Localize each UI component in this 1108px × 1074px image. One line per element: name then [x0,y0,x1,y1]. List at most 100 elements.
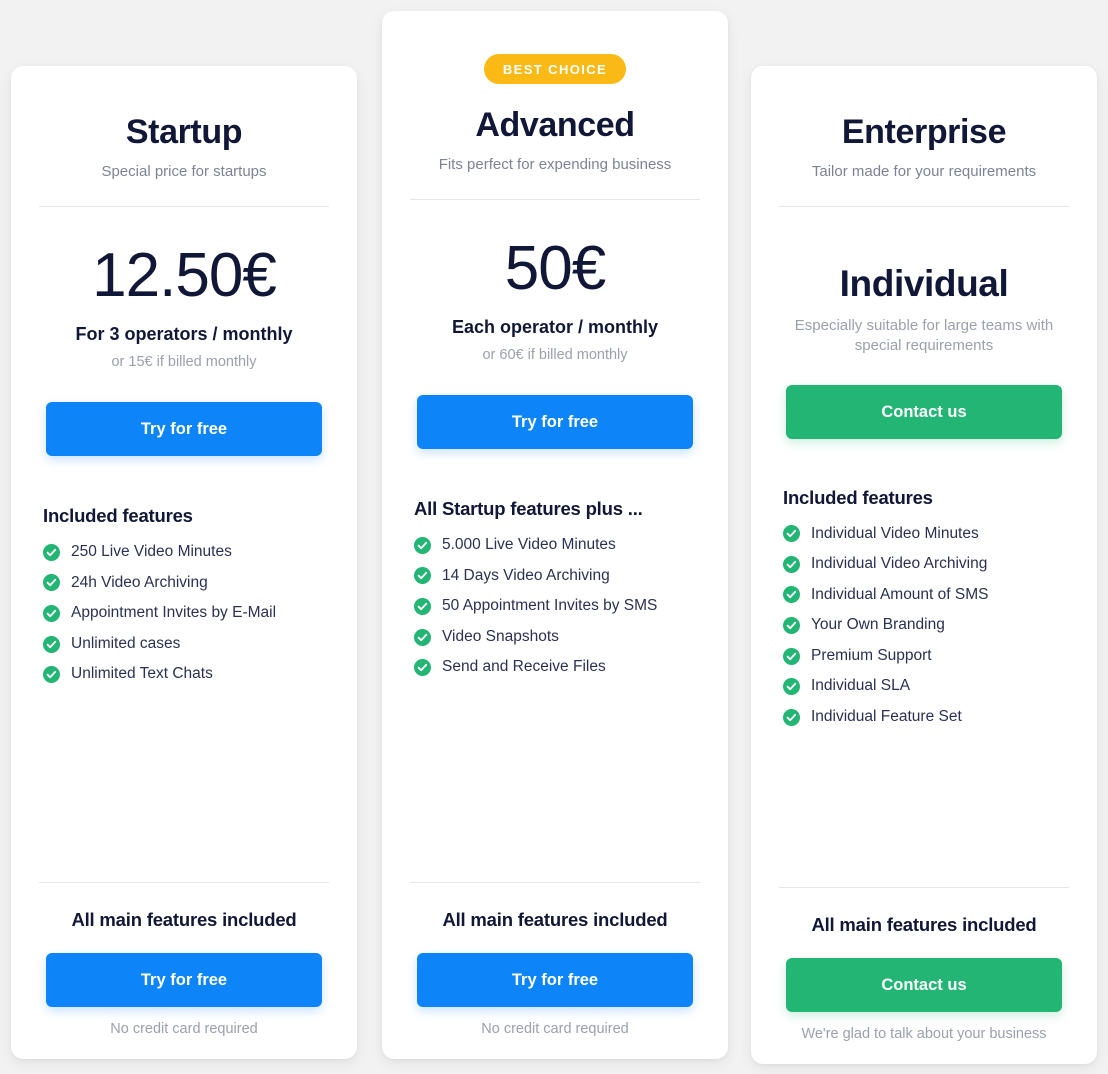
feature-label: Individual Video Archiving [811,555,988,573]
pricing-page: Startup Special price for startups 12.50… [0,0,1108,1074]
check-circle-icon [783,708,800,726]
feature-list: Individual Video Minutes Individual Vide… [783,525,1065,727]
plan-name: Startup [125,113,243,151]
features-section: All Startup features plus ... 5.000 Live… [382,498,728,882]
list-item: Individual Video Minutes [783,525,1065,544]
try-for-free-button-top[interactable]: Try for free [417,395,693,449]
check-circle-icon [783,647,800,665]
card-footer: All main features included Try for free … [11,882,357,1059]
pricing-card-enterprise: Enterprise Tailor made for your requirem… [751,66,1097,1064]
feature-label: Your Own Branding [811,616,945,634]
list-item: 24h Video Archiving [43,574,325,593]
list-item: Individual SLA [783,677,1065,696]
divider-top [779,206,1069,207]
check-circle-icon [783,678,800,696]
plan-name: Enterprise [841,113,1007,151]
feature-label: 24h Video Archiving [71,573,208,591]
features-section: Included features Individual Video Minut… [751,487,1097,888]
check-circle-icon [783,586,800,604]
divider-bottom [410,882,700,883]
feature-label: 250 Live Video Minutes [71,543,232,560]
pricing-card-advanced: BEST CHOICE Advanced Fits perfect for ex… [382,11,728,1059]
footer-note: No credit card required [110,1021,258,1037]
check-circle-icon [43,543,60,561]
best-choice-badge: BEST CHOICE [483,54,627,84]
feature-label: Appointment Invites by E-Mail [71,604,277,622]
feature-label: Unlimited cases [71,634,181,652]
contact-us-button-bottom[interactable]: Contact us [786,958,1062,1012]
feature-label: 14 Days Video Archiving [442,566,610,584]
list-item: 14 Days Video Archiving [414,567,696,586]
feature-label: 5.000 Live Video Minutes [442,536,616,553]
divider-bottom [779,887,1069,888]
card-footer: All main features included Contact us We… [751,887,1097,1064]
features-section: Included features 250 Live Video Minutes… [11,505,357,882]
list-item: Appointment Invites by E-Mail [43,604,325,623]
list-item: Individual Video Archiving [783,555,1065,574]
footer-note: We're glad to talk about your business [801,1026,1047,1042]
feature-label: Send and Receive Files [442,658,606,676]
divider-top [39,206,329,207]
try-for-free-button-bottom[interactable]: Try for free [46,953,322,1007]
plan-tagline: Fits perfect for expending business [438,156,672,173]
list-item: Individual Amount of SMS [783,586,1065,605]
feature-list: 5.000 Live Video Minutes 14 Days Video A… [414,536,696,677]
check-circle-icon [43,604,60,622]
features-title: All Startup features plus ... [414,498,643,519]
plan-price-sub: Each operator / monthly [451,317,659,337]
pricing-card-startup: Startup Special price for startups 12.50… [11,66,357,1059]
check-circle-icon [414,597,431,615]
check-circle-icon [43,574,60,592]
feature-label: 50 Appointment Invites by SMS [442,597,658,615]
list-item: Your Own Branding [783,616,1065,635]
divider-top [410,199,700,200]
plan-price-sub: For 3 operators / monthly [75,324,293,344]
check-circle-icon [783,525,800,543]
check-circle-icon [783,555,800,573]
card-footer: All main features included Try for free … [382,882,728,1059]
feature-label: Video Snapshots [442,627,559,645]
check-circle-icon [783,617,800,635]
plan-price: 12.50€ [92,241,277,310]
feature-label: Individual Amount of SMS [811,585,989,603]
divider-bottom [39,882,329,883]
list-item: Send and Receive Files [414,658,696,677]
check-circle-icon [414,536,431,554]
list-item: 5.000 Live Video Minutes [414,536,696,555]
list-item: Video Snapshots [414,628,696,647]
list-item: 250 Live Video Minutes [43,543,325,562]
footer-title: All main features included [811,914,1037,935]
list-item: Unlimited cases [43,635,325,654]
plan-price-description: Especially suitable for large teams with… [794,317,1054,355]
contact-us-button-top[interactable]: Contact us [786,384,1062,439]
features-title: Included features [783,486,933,508]
feature-label: Individual Feature Set [811,708,962,726]
list-item: 50 Appointment Invites by SMS [414,597,696,616]
footer-note: No credit card required [481,1021,629,1037]
plan-tagline: Tailor made for your requirements [811,163,1037,180]
badge-row: BEST CHOICE [382,54,728,84]
footer-title: All main features included [71,909,297,930]
features-title: Included features [43,505,193,526]
list-item: Unlimited Text Chats [43,665,325,684]
plan-price: 50€ [504,234,606,303]
feature-label: Individual SLA [811,677,911,695]
check-circle-icon [43,635,60,653]
feature-label: Unlimited Text Chats [71,665,213,683]
plan-price-note: or 60€ if billed monthly [482,347,628,363]
list-item: Individual Feature Set [783,708,1065,727]
plan-price-note: or 15€ if billed monthly [111,354,257,370]
list-item: Premium Support [783,647,1065,666]
check-circle-icon [414,567,431,585]
check-circle-icon [43,666,60,684]
try-for-free-button-bottom[interactable]: Try for free [417,953,693,1007]
check-circle-icon [414,628,431,646]
feature-label: Individual Video Minutes [811,524,979,542]
plan-price: Individual [839,263,1009,304]
plan-name: Advanced [475,106,635,144]
try-for-free-button-top[interactable]: Try for free [46,402,322,456]
check-circle-icon [414,659,431,677]
feature-label: Premium Support [811,646,932,664]
plan-tagline: Special price for startups [101,163,267,180]
footer-title: All main features included [442,909,668,930]
